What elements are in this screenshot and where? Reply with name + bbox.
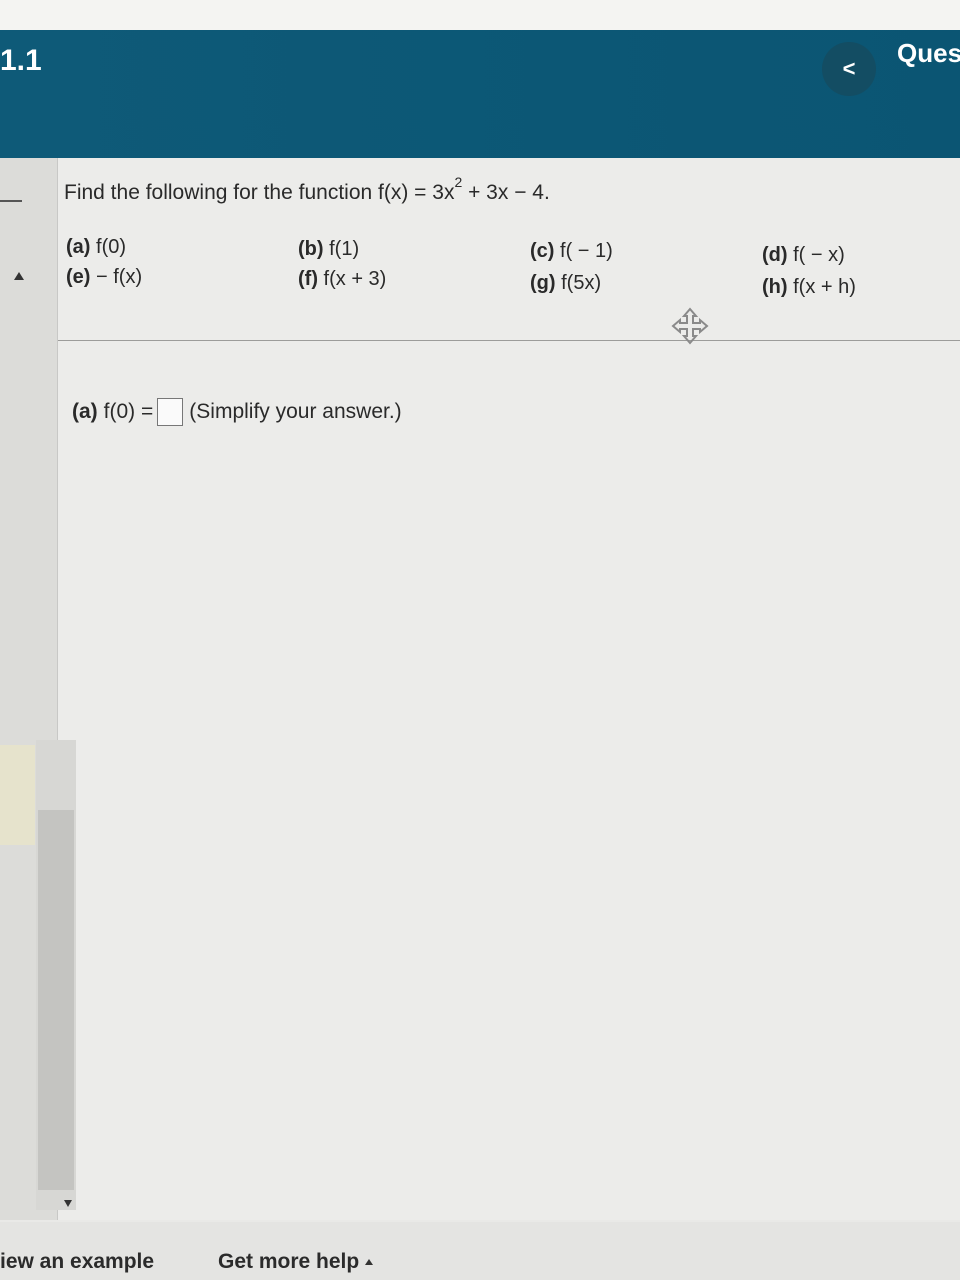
- part-g: (g) f(5x): [530, 272, 601, 295]
- collapse-arrow-icon[interactable]: [14, 272, 24, 280]
- part-expr: f(1): [329, 238, 360, 260]
- back-button[interactable]: <: [822, 42, 876, 96]
- part-label: (h): [762, 276, 788, 298]
- part-expr: f(x + h): [793, 276, 856, 298]
- part-c: (c) f( − 1): [530, 240, 613, 263]
- part-expr: f( − x): [793, 244, 845, 266]
- prompt-suffix: + 3x − 4.: [462, 181, 550, 204]
- scrollbar-thumb[interactable]: [38, 810, 74, 1190]
- part-label: (d): [762, 244, 788, 266]
- part-f: (f) f(x + 3): [298, 268, 386, 291]
- answer-expr: f(0) =: [103, 400, 154, 423]
- top-strip: [0, 0, 960, 30]
- part-b: (b) f(1): [298, 238, 359, 261]
- answer-row: (a) f(0) = (Simplify your answer.): [72, 398, 402, 426]
- part-a: (a) f(0): [66, 236, 126, 259]
- part-label: (c): [530, 240, 555, 262]
- answer-input[interactable]: [157, 398, 184, 426]
- divider: [58, 340, 960, 341]
- chevron-left-icon: <: [842, 56, 856, 81]
- question-label: Ques: [897, 38, 960, 68]
- caret-up-icon: [365, 1259, 374, 1266]
- section-number: 1.1: [0, 44, 42, 77]
- question-panel: [58, 158, 960, 1220]
- rail-mark: [0, 200, 22, 202]
- answer-label: (a): [72, 400, 98, 423]
- part-e: (e) − f(x): [66, 266, 142, 289]
- part-expr: f(0): [96, 236, 127, 258]
- get-more-help-button[interactable]: Get more help: [218, 1250, 374, 1274]
- prompt-prefix: Find the following for the function f(x)…: [64, 181, 455, 204]
- part-label: (a): [66, 236, 91, 258]
- move-icon[interactable]: [670, 306, 710, 346]
- part-label: (f): [298, 268, 318, 290]
- part-label: (g): [530, 272, 556, 294]
- header-bar: [0, 30, 960, 158]
- get-more-help-label: Get more help: [218, 1250, 360, 1273]
- rail-highlight: [0, 745, 35, 845]
- part-expr: f( − 1): [560, 240, 613, 262]
- view-example-link[interactable]: iew an example: [0, 1250, 154, 1274]
- part-expr: − f(x): [96, 266, 143, 288]
- part-expr: f(x + 3): [323, 268, 387, 290]
- scroll-down-icon[interactable]: [64, 1200, 72, 1207]
- answer-hint: (Simplify your answer.): [189, 400, 402, 423]
- problem-prompt: Find the following for the function f(x)…: [64, 174, 550, 205]
- prompt-exponent: 2: [454, 174, 463, 190]
- part-d: (d) f( − x): [762, 244, 845, 267]
- part-expr: f(5x): [561, 272, 602, 294]
- part-h: (h) f(x + h): [762, 276, 856, 299]
- part-label: (e): [66, 266, 91, 288]
- part-label: (b): [298, 238, 324, 260]
